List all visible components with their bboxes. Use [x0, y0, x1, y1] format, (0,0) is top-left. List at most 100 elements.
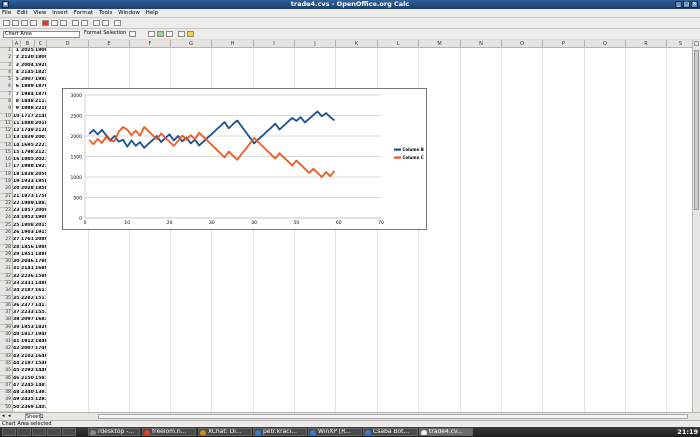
y-tick-label: 1500: [71, 154, 83, 160]
chart-type-icon[interactable]: [129, 31, 136, 37]
horizontal-grids-icon[interactable]: [157, 31, 164, 37]
x-tick-label: 10: [124, 220, 130, 226]
vertical-scrollbar[interactable]: [692, 40, 700, 412]
column-header[interactable]: D: [47, 40, 89, 48]
scroll-up-icon[interactable]: [694, 41, 699, 46]
taskbar-item[interactable]: WinXP [R...: [308, 428, 362, 436]
taskbar-item-label: rdesktop -...: [98, 428, 135, 435]
x-tick-label: 50: [294, 220, 300, 226]
taskbar-item[interactable]: petr.kraci...: [253, 428, 307, 436]
column-header[interactable]: A: [13, 40, 21, 48]
y-tick-label: 2500: [71, 113, 83, 119]
column-header[interactable]: K: [336, 40, 378, 48]
new-document-icon[interactable]: [3, 20, 10, 26]
column-header[interactable]: J: [295, 40, 336, 48]
edit-file-icon[interactable]: [30, 20, 37, 26]
taskbar-item-label: XChat: Di...: [208, 428, 242, 435]
prev-sheet-icon[interactable]: ◂: [8, 413, 11, 420]
format-selection-button[interactable]: Format Selection: [83, 31, 127, 38]
chart-icon[interactable]: [114, 20, 121, 26]
browser-icon[interactable]: [32, 428, 46, 436]
horizontal-scrollbar[interactable]: [98, 414, 688, 419]
cut-icon[interactable]: [60, 20, 67, 26]
column-header[interactable]: N: [461, 40, 502, 48]
copy-icon[interactable]: [72, 20, 79, 26]
menu-format[interactable]: Format: [72, 9, 95, 17]
menu-tools[interactable]: Tools: [97, 9, 115, 17]
menu-edit[interactable]: Edit: [15, 9, 30, 17]
column-header[interactable]: M: [419, 40, 461, 48]
spreadsheet-grid[interactable]: ABCDEFGHIJKLMNOPQRS 1 2 3 4 5 6 7 8 9 10 11 12 13 14 1…: [0, 40, 692, 412]
redo-icon[interactable]: [102, 20, 109, 26]
grid-line: [666, 48, 667, 412]
select-all-corner[interactable]: [0, 40, 13, 48]
column-header[interactable]: R: [626, 40, 667, 48]
terminal-icon[interactable]: [17, 428, 31, 436]
column-header[interactable]: B: [21, 40, 35, 48]
column-header[interactable]: F: [130, 40, 171, 48]
auto-layout-icon[interactable]: [187, 31, 194, 37]
column-header[interactable]: Q: [585, 40, 626, 48]
window-menu-icon[interactable]: ▪: [2, 1, 9, 8]
column-header[interactable]: G: [171, 40, 212, 48]
column-header[interactable]: O: [502, 40, 543, 48]
chart-data-table-icon[interactable]: [148, 31, 155, 37]
x-tick-label: 30: [209, 220, 215, 226]
y-tick-label: 500: [73, 195, 82, 201]
column-header[interactable]: H: [212, 40, 254, 48]
cell-B[interactable]: 2369: [21, 404, 35, 412]
taskbar-item[interactable]: XChat: Di...: [198, 428, 252, 436]
y-tick-label: 2000: [71, 134, 83, 140]
legend-label: Column B: [403, 147, 424, 152]
row-header[interactable]: 50: [0, 404, 13, 412]
legend-toggle-icon[interactable]: [166, 31, 173, 37]
grid-line: [501, 48, 502, 412]
export-pdf-icon[interactable]: [42, 20, 49, 26]
legend-label: Column C: [403, 155, 424, 160]
menu-help[interactable]: Help: [144, 9, 161, 17]
line-chart[interactable]: 0 500 1000 1500 2000 2500 3000 0 10 20 30 40 50 60 70 C…: [63, 89, 426, 229]
menu-insert[interactable]: Insert: [50, 9, 70, 17]
app-icon: [255, 429, 261, 435]
taskbar-item[interactable]: freelom.n...: [142, 428, 196, 436]
column-header[interactable]: S: [667, 40, 692, 48]
scale-text-icon[interactable]: [178, 31, 185, 37]
undo-icon[interactable]: [93, 20, 100, 26]
column-header[interactable]: I: [254, 40, 295, 48]
minimize-icon[interactable]: _: [675, 1, 682, 8]
menu-file[interactable]: File: [0, 9, 13, 17]
taskbar-item-label: freelom.n...: [152, 428, 187, 435]
start-menu-icon[interactable]: [2, 428, 16, 436]
chart-element-select[interactable]: Chart Area: [3, 31, 80, 38]
taskbar-item[interactable]: rdesktop -...: [88, 428, 140, 436]
scroll-thumb[interactable]: [694, 50, 699, 210]
column-header[interactable]: L: [378, 40, 419, 48]
files-icon[interactable]: [62, 428, 76, 436]
chart-object[interactable]: 0 500 1000 1500 2000 2500 3000 0 10 20 30 40 50 60 70 C…: [62, 88, 427, 230]
column-header[interactable]: C: [35, 40, 47, 48]
menu-window[interactable]: Window: [116, 9, 142, 17]
maximize-icon[interactable]: □: [683, 1, 690, 8]
status-bar: Chart Area selected: [0, 420, 700, 427]
column-header[interactable]: P: [543, 40, 585, 48]
cell-C[interactable]: 1401.2: [35, 404, 47, 412]
legend-swatch: [394, 148, 401, 151]
taskbar-item-label: petr.kraci...: [263, 428, 297, 435]
menu-view[interactable]: View: [31, 9, 48, 17]
taskbar-item-label: trade4.cv...: [429, 428, 463, 435]
x-tick-label: 60: [336, 220, 342, 226]
system-tray[interactable]: [567, 428, 657, 436]
first-sheet-icon[interactable]: ◂: [2, 413, 5, 420]
print-icon[interactable]: [51, 20, 58, 26]
menu-bar: File Edit View Insert Format Tools Windo…: [0, 9, 700, 17]
taskbar-item[interactable]: Csaba Bot...: [363, 428, 418, 436]
cell-A[interactable]: 50: [13, 404, 21, 412]
taskbar-item[interactable]: trade4.cv...: [419, 428, 473, 436]
save-icon[interactable]: [21, 20, 28, 26]
paste-icon[interactable]: [81, 20, 88, 26]
chat-icon[interactable]: [47, 428, 61, 436]
close-icon[interactable]: ×: [691, 1, 698, 8]
column-header[interactable]: E: [89, 40, 130, 48]
x-tick-label: 70: [378, 220, 384, 226]
open-icon[interactable]: [12, 20, 19, 26]
